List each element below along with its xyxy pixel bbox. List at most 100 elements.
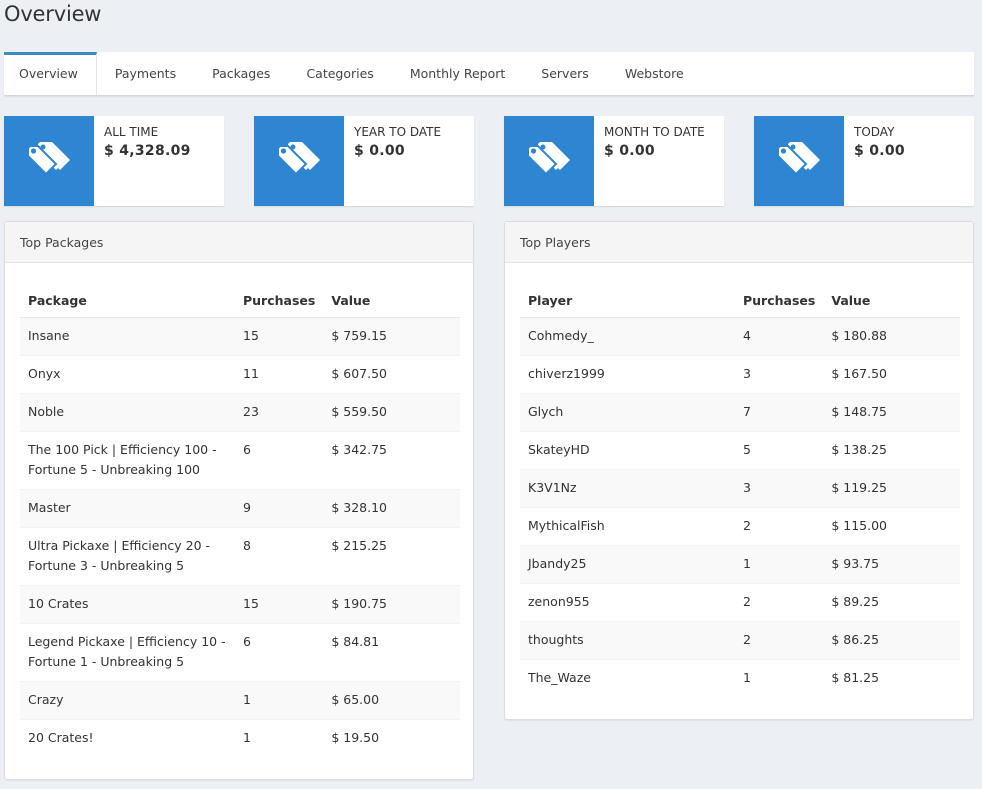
value: $ 81.25: [823, 658, 960, 697]
tab-packages[interactable]: Packages: [194, 52, 288, 95]
table-row: Ultra Pickaxe | Efficiency 20 - Fortune …: [20, 526, 460, 585]
value: $ 65.00: [323, 680, 460, 719]
table-row: 20 Crates! 1 $ 19.50: [20, 718, 460, 757]
value: $ 115.00: [823, 506, 960, 545]
package-name: 10 Crates: [20, 584, 235, 623]
package-name: The 100 Pick | Efficiency 100 - Fortune …: [20, 430, 235, 489]
tab-categories[interactable]: Categories: [288, 52, 391, 95]
stat-value: $ 0.00: [854, 143, 905, 159]
purchases: 15: [235, 316, 324, 355]
top-packages-table: Package Purchases Value Insane 15 $ 759.15…: [20, 283, 460, 757]
purchases: 3: [735, 468, 824, 507]
box-title: Top Packages: [5, 222, 473, 263]
player-name: SkateyHD: [520, 430, 735, 469]
package-name: Ultra Pickaxe | Efficiency 20 - Fortune …: [20, 526, 235, 585]
purchases: 6: [235, 430, 324, 489]
stat-year-to-date: YEAR TO DATE $ 0.00: [254, 116, 474, 206]
table-row: Noble 23 $ 559.50: [20, 392, 460, 431]
purchases: 23: [235, 392, 324, 431]
purchases: 6: [235, 622, 324, 681]
table-row: 10 Crates 15 $ 190.75: [20, 584, 460, 623]
stat-today: TODAY $ 0.00: [754, 116, 974, 206]
column-header: Purchases: [735, 283, 824, 318]
table-row: The 100 Pick | Efficiency 100 - Fortune …: [20, 430, 460, 489]
tab-payments[interactable]: Payments: [97, 52, 194, 95]
stat-label: YEAR TO DATE: [354, 125, 442, 139]
player-name: K3V1Nz: [520, 468, 735, 507]
purchases: 2: [735, 582, 824, 621]
box-title: Top Players: [505, 222, 973, 263]
table-row: Glych 7 $ 148.75: [520, 392, 960, 431]
player-name: thoughts: [520, 620, 735, 659]
package-name: Crazy: [20, 680, 235, 719]
table-row: MythicalFish 2 $ 115.00: [520, 506, 960, 545]
player-name: MythicalFish: [520, 506, 735, 545]
package-name: Noble: [20, 392, 235, 431]
column-header: Value: [823, 283, 960, 318]
tab-servers[interactable]: Servers: [523, 52, 607, 95]
column-header: Package: [20, 283, 235, 318]
player-name: chiverz1999: [520, 354, 735, 393]
value: $ 93.75: [823, 544, 960, 583]
top-players-box: Top Players Player Purchases Value Cohme…: [504, 221, 974, 720]
package-name: Legend Pickaxe | Efficiency 10 - Fortune…: [20, 622, 235, 681]
stat-value: $ 4,328.09: [104, 143, 191, 159]
top-players-table: Player Purchases Value Cohmedy_ 4 $ 180.88…: [520, 283, 960, 697]
table-row: Insane 15 $ 759.15: [20, 316, 460, 355]
package-name: Onyx: [20, 354, 235, 393]
stat-all-time: ALL TIME $ 4,328.09: [4, 116, 224, 206]
table-row: K3V1Nz 3 $ 119.25: [520, 468, 960, 507]
player-name: zenon955: [520, 582, 735, 621]
package-name: Insane: [20, 316, 235, 355]
column-header: Purchases: [235, 283, 324, 318]
value: $ 342.75: [323, 430, 460, 489]
purchases: 1: [235, 680, 324, 719]
tags-icon: [4, 116, 94, 206]
table-row: Cohmedy_ 4 $ 180.88: [520, 316, 960, 355]
value: $ 328.10: [323, 488, 460, 527]
table-row: SkateyHD 5 $ 138.25: [520, 430, 960, 469]
value: $ 167.50: [823, 354, 960, 393]
player-name: Cohmedy_: [520, 316, 735, 355]
table-row: thoughts 2 $ 86.25: [520, 620, 960, 659]
nav-tabs: Overview Payments Packages Categories Mo…: [4, 52, 974, 96]
purchases: 2: [735, 620, 824, 659]
value: $ 607.50: [323, 354, 460, 393]
column-header: Value: [323, 283, 460, 318]
top-packages-box: Top Packages Package Purchases Value Ins…: [4, 221, 474, 780]
purchases: 1: [735, 544, 824, 583]
purchases: 4: [735, 316, 824, 355]
value: $ 180.88: [823, 316, 960, 355]
value: $ 19.50: [323, 718, 460, 757]
table-row: Legend Pickaxe | Efficiency 10 - Fortune…: [20, 622, 460, 681]
purchases: 11: [235, 354, 324, 393]
value: $ 86.25: [823, 620, 960, 659]
table-row: chiverz1999 3 $ 167.50: [520, 354, 960, 393]
value: $ 559.50: [323, 392, 460, 431]
value: $ 215.25: [323, 526, 460, 585]
value: $ 190.75: [323, 584, 460, 623]
purchases: 2: [735, 506, 824, 545]
tags-icon: [754, 116, 844, 206]
table-row: Crazy 1 $ 65.00: [20, 680, 460, 719]
tab-overview[interactable]: Overview: [4, 52, 97, 95]
value: $ 119.25: [823, 468, 960, 507]
table-row: Onyx 11 $ 607.50: [20, 354, 460, 393]
value: $ 89.25: [823, 582, 960, 621]
purchases: 1: [235, 718, 324, 757]
tab-monthly-report[interactable]: Monthly Report: [392, 52, 523, 95]
value: $ 148.75: [823, 392, 960, 431]
tags-icon: [254, 116, 344, 206]
player-name: The_Waze: [520, 658, 735, 697]
stat-label: TODAY: [854, 125, 895, 139]
player-name: Glych: [520, 392, 735, 431]
tags-icon: [504, 116, 594, 206]
purchases: 3: [735, 354, 824, 393]
player-name: Jbandy25: [520, 544, 735, 583]
tab-webstore[interactable]: Webstore: [607, 52, 702, 95]
stat-month-to-date: MONTH TO DATE $ 0.00: [504, 116, 724, 206]
table-row: Jbandy25 1 $ 93.75: [520, 544, 960, 583]
stat-label: MONTH TO DATE: [604, 125, 705, 139]
purchases: 8: [235, 526, 324, 585]
table-row: zenon955 2 $ 89.25: [520, 582, 960, 621]
